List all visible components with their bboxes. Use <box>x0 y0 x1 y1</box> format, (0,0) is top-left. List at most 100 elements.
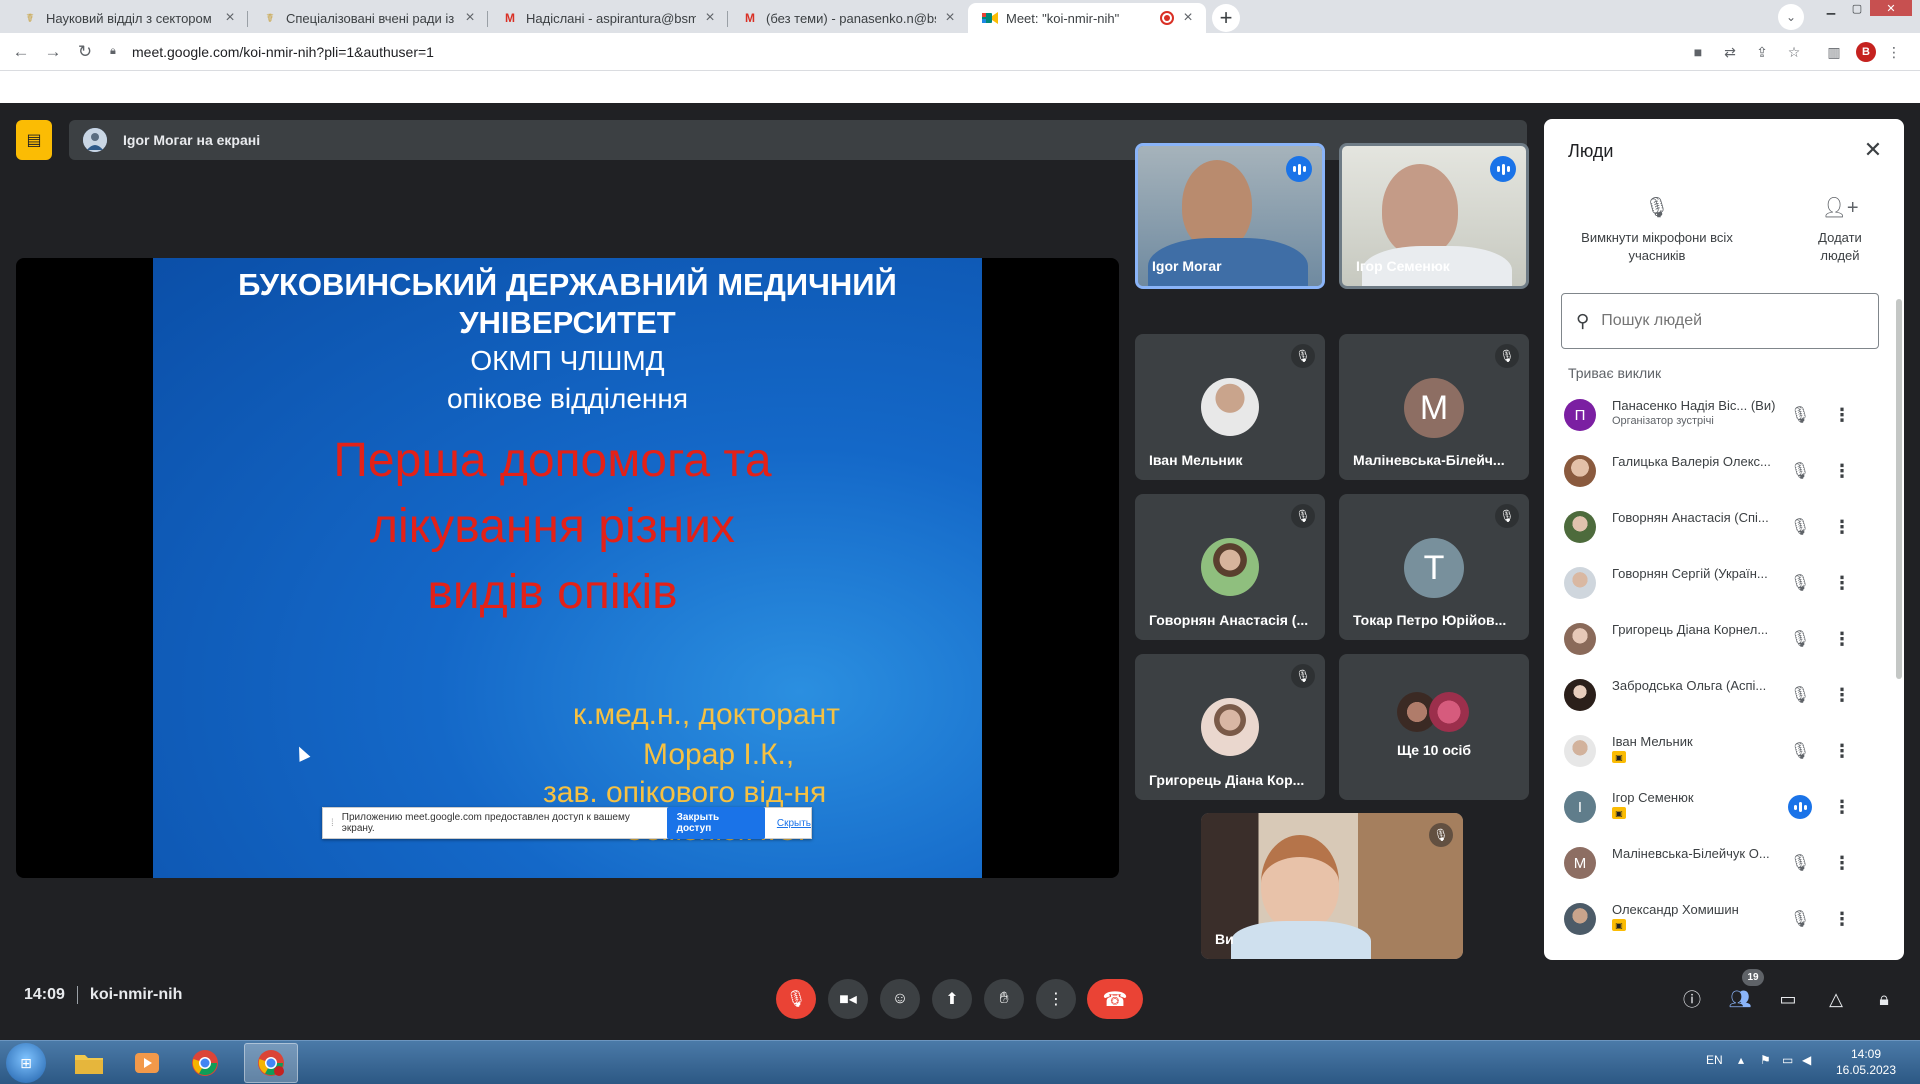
people-button[interactable]: 👥︎ <box>1728 987 1752 1011</box>
profile-avatar[interactable]: B <box>1856 42 1876 62</box>
raise-hand-button[interactable]: ✋︎ <box>984 979 1024 1019</box>
participant-tile[interactable]: Ігор Семенюк <box>1339 143 1529 289</box>
participant-row[interactable]: І Ігор Семенюк ▣ ⋮ <box>1544 779 1896 835</box>
share-icon[interactable]: ⇪ <box>1752 42 1772 62</box>
network-icon[interactable]: ▭ <box>1782 1053 1793 1067</box>
activities-button[interactable]: △ <box>1824 987 1848 1011</box>
back-button[interactable]: ← <box>10 41 32 63</box>
participant-row[interactable]: Забродська Ольга (Аспі... 🎙︎ ⋮ <box>1544 667 1896 723</box>
reload-button[interactable]: ↻ <box>74 41 96 63</box>
participant-more-button[interactable]: ⋮ <box>1828 905 1856 933</box>
participant-tile[interactable]: 🎙︎ М Малiневська-Білейч... <box>1339 334 1529 480</box>
forward-button[interactable]: → <box>42 41 64 63</box>
new-tab-button[interactable]: + <box>1212 4 1240 32</box>
arrow-left-icon: ← <box>12 42 30 61</box>
participant-row[interactable]: Говорнян Сергій (Україн... 🎙︎ ⋮ <box>1544 555 1896 611</box>
participant-more-button[interactable]: ⋮ <box>1828 513 1856 541</box>
add-people-button[interactable]: 👤︎+ Додати людей <box>1806 198 1874 265</box>
participant-more-button[interactable]: ⋮ <box>1828 569 1856 597</box>
host-controls-button[interactable]: 🔒︎ <box>1872 987 1896 1011</box>
tab-close-icon[interactable]: × <box>222 9 238 27</box>
in-call-section-label: Триває виклик <box>1568 365 1662 381</box>
leave-call-button[interactable]: ☎︎ <box>1087 979 1143 1019</box>
mute-all-button[interactable]: 🎙︎ Вимкнути мікрофони всіх учасників <box>1572 198 1742 265</box>
more-participants-tile[interactable]: Ще 10 осіб <box>1339 654 1529 800</box>
tab-close-icon[interactable]: × <box>1180 9 1196 27</box>
menu-kebab-icon[interactable]: ⋮ <box>1884 42 1904 62</box>
emoji-icon: ☺ <box>891 990 909 1007</box>
participant-row[interactable]: Галицька Валерія Олекс... 🎙︎ ⋮ <box>1544 443 1896 499</box>
show-hidden-icons-icon[interactable]: ▴ <box>1738 1053 1744 1067</box>
participant-row[interactable]: Говорнян Анастасія (Спі... 🎙︎ ⋮ <box>1544 499 1896 555</box>
participant-row[interactable]: Іван Мельник ▣ 🎙︎ ⋮ <box>1544 723 1896 779</box>
camera-toggle-button[interactable]: ■◂ <box>828 979 868 1019</box>
browser-tab[interactable]: ☤ Спеціалізовані вчені ради із за × <box>248 3 488 33</box>
translate-icon[interactable]: ⇄ <box>1720 42 1740 62</box>
participant-more-button[interactable]: ⋮ <box>1828 681 1856 709</box>
browser-tab-bar: ☤ Науковий відділ з сектором інн × ☤ Спе… <box>0 0 1920 33</box>
participant-more-button[interactable]: ⋮ <box>1828 737 1856 765</box>
mic-off-icon: 🎙︎ <box>1789 407 1811 424</box>
participant-row[interactable]: П Панасенко Надія Віс... (Ви) Організато… <box>1544 387 1896 443</box>
chat-button[interactable]: ▭ <box>1776 987 1800 1011</box>
browser-tab-active[interactable]: Meet: "koi-nmir-nih" × <box>968 3 1206 33</box>
action-center-flag-icon[interactable]: ⚑ <box>1760 1053 1771 1067</box>
participant-photo <box>1429 692 1469 732</box>
reactions-button[interactable]: ☺ <box>880 979 920 1019</box>
stop-presenting-button[interactable]: ▤ <box>16 120 52 160</box>
participant-row[interactable]: Олександр Хомишин ▣ 🎙︎ ⋮ <box>1544 891 1896 947</box>
tab-close-icon[interactable]: × <box>462 9 478 27</box>
taskbar-chrome-profile[interactable] <box>244 1043 298 1083</box>
maximize-window-button[interactable]: ▢ <box>1844 0 1870 16</box>
mic-toggle-button[interactable]: 🎙︎ <box>776 979 816 1019</box>
participant-tile[interactable]: 🎙︎ Т Токар Петро Юрійов... <box>1339 494 1529 640</box>
tab-close-icon[interactable]: × <box>702 9 718 27</box>
search-people-input[interactable] <box>1601 312 1862 330</box>
more-vert-icon: ⋮ <box>1833 572 1851 593</box>
participant-tile[interactable]: Igor Mогar <box>1135 143 1325 289</box>
participant-more-button[interactable]: ⋮ <box>1828 625 1856 653</box>
bookmark-star-icon[interactable]: ☆ <box>1784 42 1804 62</box>
participant-tile[interactable]: 🎙︎ Григорець Діана Кор... <box>1135 654 1325 800</box>
hide-notice-link[interactable]: Скрыть <box>777 818 811 829</box>
address-bar[interactable]: 🔒︎ meet.google.com/koi-nmir-nih?pli=1&au… <box>110 38 1670 66</box>
taskbar-explorer[interactable] <box>62 1043 116 1083</box>
minimize-window-button[interactable]: ▁ <box>1818 0 1844 16</box>
participant-more-button[interactable]: ⋮ <box>1828 457 1856 485</box>
side-panel-icon[interactable]: ▥ <box>1824 42 1844 62</box>
camera-in-use-icon[interactable]: ■ <box>1688 42 1708 62</box>
participant-more-button[interactable]: ⋮ <box>1828 793 1856 821</box>
taskbar-chrome[interactable] <box>178 1043 232 1083</box>
more-options-button[interactable]: ⋮ <box>1036 979 1076 1019</box>
browser-tab[interactable]: M (без теми) - panasenko.n@bsmu × <box>728 3 968 33</box>
meeting-details-button[interactable]: ⓘ <box>1680 987 1704 1011</box>
keyboard-language[interactable]: EN <box>1706 1053 1723 1067</box>
participant-tile[interactable]: 🎙︎ Іван Мельник <box>1135 334 1325 480</box>
search-icon: ⚲ <box>1576 310 1590 331</box>
volume-icon[interactable]: ◀︎ <box>1802 1053 1811 1067</box>
browser-tab[interactable]: M Надіслані - aspirantura@bsmu.e × <box>488 3 728 33</box>
close-window-button[interactable]: ✕ <box>1870 0 1912 16</box>
panel-scrollbar[interactable] <box>1896 299 1902 679</box>
system-clock[interactable]: 14:09 16.05.2023 <box>1818 1046 1914 1078</box>
participant-more-button[interactable]: ⋮ <box>1828 401 1856 429</box>
participant-more-button[interactable]: ⋮ <box>1828 849 1856 877</box>
participant-tile[interactable]: 🎙︎ Говорнян Анастасія (... <box>1135 494 1325 640</box>
drag-handle-icon[interactable]: ⁞ <box>331 818 334 829</box>
browser-tab[interactable]: ☤ Науковий відділ з сектором інн × <box>8 3 248 33</box>
tab-close-icon[interactable]: × <box>942 9 958 27</box>
stop-sharing-button[interactable]: Закрыть доступ <box>666 807 765 839</box>
video-person <box>1182 160 1252 250</box>
search-people-field[interactable]: ⚲ <box>1561 293 1879 349</box>
phone-hangup-icon: ☎︎ <box>1102 988 1128 1011</box>
tab-search-button[interactable]: ⌄ <box>1778 4 1804 30</box>
start-button[interactable]: ⊞ <box>6 1043 46 1083</box>
windows-logo-icon: ⊞ <box>20 1054 32 1071</box>
video-person <box>1261 835 1339 931</box>
participant-row[interactable]: М Малiневська-Білейчук О... 🎙︎ ⋮ <box>1544 835 1896 891</box>
taskbar-media-player[interactable] <box>120 1043 174 1083</box>
self-view-tile[interactable]: 🎙︎ Ви <box>1201 813 1463 959</box>
participant-row[interactable]: Григорець Діана Корнел... 🎙︎ ⋮ <box>1544 611 1896 667</box>
present-screen-button[interactable]: ⬆ <box>932 979 972 1019</box>
close-panel-button[interactable]: ✕ <box>1858 135 1888 165</box>
